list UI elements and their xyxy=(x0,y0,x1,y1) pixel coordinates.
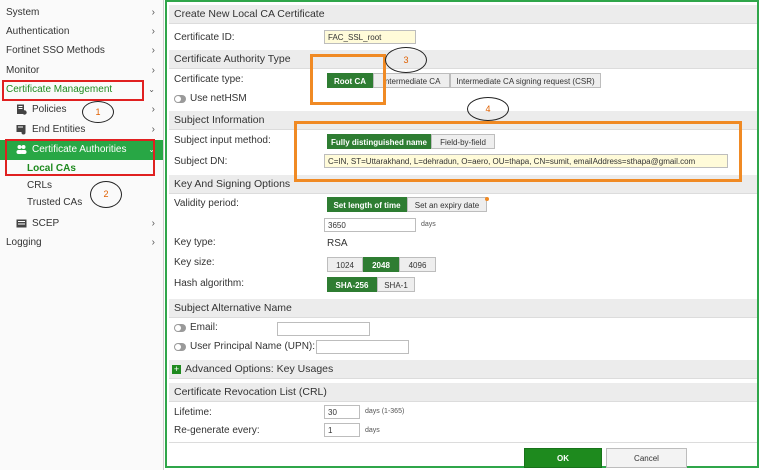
certificate-id-input[interactable]: FAC_SSL_root xyxy=(324,30,416,44)
key-size-2048-button[interactable]: 2048 xyxy=(363,257,399,272)
upn-toggle[interactable] xyxy=(174,343,186,351)
sidebar-item-logging[interactable]: Logging › xyxy=(0,233,163,252)
policy-icon xyxy=(17,104,27,115)
hash-algorithm-label: Hash algorithm: xyxy=(174,278,245,289)
subject-dn-label: Subject DN: xyxy=(174,156,228,167)
regenerate-unit: days xyxy=(365,427,380,434)
ok-button[interactable]: OK xyxy=(524,448,602,468)
sidebar-item-label: SCEP xyxy=(32,218,60,229)
section-advanced-options[interactable]: + Advanced Options: Key Usages xyxy=(169,360,757,379)
sidebar-item-label: Authentication xyxy=(6,26,70,37)
scep-icon xyxy=(16,219,27,228)
validity-period-label: Validity period: xyxy=(174,198,239,209)
highlight-box-certificate-type xyxy=(310,54,386,105)
sidebar-item-label: Fortinet SSO Methods xyxy=(6,45,105,56)
annotation-marker-2: 2 xyxy=(90,181,122,208)
key-size-label: Key size: xyxy=(174,257,215,268)
chevron-right-icon: › xyxy=(151,237,155,248)
expand-plus-icon: + xyxy=(172,364,181,374)
sidebar-item-trusted-cas[interactable]: Trusted CAs xyxy=(27,197,82,208)
sidebar-item-authentication[interactable]: Authentication › xyxy=(0,22,163,41)
email-input[interactable] xyxy=(277,322,370,336)
highlight-box-certificate-management xyxy=(2,80,144,101)
lifetime-unit: days (1-365) xyxy=(365,408,405,415)
hash-sha1-button[interactable]: SHA-1 xyxy=(377,277,415,292)
upn-input[interactable] xyxy=(316,340,409,354)
certificate-type-csr-button[interactable]: Intermediate CA signing request (CSR) xyxy=(450,73,601,88)
sidebar-item-end-entities[interactable]: End Entities › xyxy=(0,120,163,139)
annotation-marker-3: 3 xyxy=(385,47,427,73)
validity-set-length-button[interactable]: Set length of time xyxy=(327,197,407,212)
section-subject-alternative-name: Subject Alternative Name xyxy=(169,299,757,318)
sidebar-item-crls[interactable]: CRLs xyxy=(27,180,52,191)
regenerate-input[interactable]: 1 xyxy=(324,423,360,437)
create-local-ca-form: Create New Local CA Certificate Certific… xyxy=(165,0,759,468)
chevron-right-icon: › xyxy=(151,104,155,115)
sidebar-item-system[interactable]: System › xyxy=(0,3,163,22)
highlight-box-subject-information xyxy=(294,121,742,182)
section-certificate-authority-type: Certificate Authority Type xyxy=(169,50,757,69)
sidebar-item-label: End Entities xyxy=(32,124,86,135)
certificate-type-label: Certificate type: xyxy=(174,74,244,85)
key-size-4096-button[interactable]: 4096 xyxy=(399,257,436,272)
sidebar-item-label: Monitor xyxy=(6,65,40,76)
validity-days-input[interactable]: 3650 xyxy=(324,218,416,232)
lifetime-input[interactable]: 30 xyxy=(324,405,360,419)
key-type-value: RSA xyxy=(327,238,348,249)
hash-sha256-button[interactable]: SHA-256 xyxy=(327,277,377,292)
highlight-box-certificate-authorities xyxy=(5,139,155,176)
regenerate-label: Re-generate every: xyxy=(174,425,260,436)
annotation-marker-4: 4 xyxy=(467,97,509,121)
validity-expiry-date-button[interactable]: Set an expiry date xyxy=(407,197,487,212)
sidebar-item-monitor[interactable]: Monitor › xyxy=(0,61,163,80)
key-size-1024-button[interactable]: 1024 xyxy=(327,257,363,272)
upn-label: User Principal Name (UPN): xyxy=(190,341,316,352)
sidebar-item-label: Policies xyxy=(32,104,67,115)
email-label: Email: xyxy=(190,322,218,333)
chevron-right-icon: › xyxy=(151,124,155,135)
validity-days-unit: days xyxy=(421,221,436,228)
chevron-right-icon: › xyxy=(151,45,155,56)
chevron-right-icon: › xyxy=(151,65,155,76)
chevron-down-icon: ⌄ xyxy=(148,85,155,94)
required-dot-icon xyxy=(485,197,489,201)
chevron-right-icon: › xyxy=(151,26,155,37)
lifetime-label: Lifetime: xyxy=(174,407,212,418)
certificate-id-label: Certificate ID: xyxy=(174,32,235,43)
sidebar-item-fortinet-sso[interactable]: Fortinet SSO Methods › xyxy=(0,41,163,60)
sidebar-item-scep[interactable]: SCEP › xyxy=(0,214,163,233)
sidebar-item-label: Logging xyxy=(6,237,42,248)
key-type-label: Key type: xyxy=(174,237,216,248)
cancel-button[interactable]: Cancel xyxy=(606,448,687,468)
sidebar-nav: System › Authentication › Fortinet SSO M… xyxy=(0,0,164,470)
footer-divider xyxy=(169,442,757,443)
chevron-right-icon: › xyxy=(151,218,155,229)
email-toggle[interactable] xyxy=(174,324,186,332)
chevron-right-icon: › xyxy=(151,7,155,18)
certificate-icon xyxy=(16,125,26,135)
use-nethsm-label: Use netHSM xyxy=(190,93,247,104)
section-crl: Certificate Revocation List (CRL) xyxy=(169,383,757,402)
subject-input-method-label: Subject input method: xyxy=(174,135,271,146)
sidebar-item-label: System xyxy=(6,7,40,18)
annotation-marker-1: 1 xyxy=(82,101,114,123)
use-nethsm-toggle[interactable] xyxy=(174,95,186,103)
form-title: Create New Local CA Certificate xyxy=(169,5,757,24)
